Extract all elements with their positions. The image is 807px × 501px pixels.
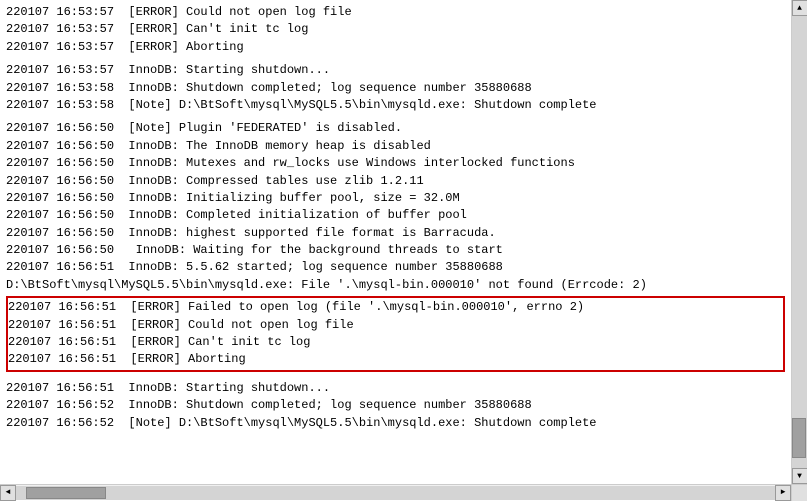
log-line-18: 220107 16:56:52 InnoDB: Shutdown complet… bbox=[6, 397, 785, 414]
scroll-thumb-v[interactable] bbox=[792, 418, 806, 458]
terminal-container: 220107 16:53:57 [ERROR] Could not open l… bbox=[0, 0, 807, 484]
scroll-track-h[interactable] bbox=[16, 486, 775, 500]
log-line-7: 220107 16:56:50 [Note] Plugin 'FEDERATED… bbox=[6, 120, 785, 137]
scrollbar-corner bbox=[791, 485, 807, 501]
log-line-19: 220107 16:56:52 [Note] D:\BtSoft\mysql\M… bbox=[6, 415, 785, 432]
vertical-scrollbar[interactable]: ▲ ▼ bbox=[791, 0, 807, 484]
error-line-3: 220107 16:56:51 [ERROR] Can't init tc lo… bbox=[8, 334, 783, 351]
log-line-14: 220107 16:56:50 InnoDB: Waiting for the … bbox=[6, 242, 785, 259]
scroll-left-button[interactable]: ◄ bbox=[0, 485, 16, 501]
log-line-5: 220107 16:53:58 InnoDB: Shutdown complet… bbox=[6, 80, 785, 97]
log-content: 220107 16:53:57 [ERROR] Could not open l… bbox=[0, 0, 791, 484]
log-line-15: 220107 16:56:51 InnoDB: 5.5.62 started; … bbox=[6, 259, 785, 276]
log-line-16: D:\BtSoft\mysql\MySQL5.5\bin\mysqld.exe:… bbox=[6, 277, 785, 294]
log-line-3: 220107 16:53:57 [ERROR] Aborting bbox=[6, 39, 785, 56]
scroll-right-button[interactable]: ► bbox=[775, 485, 791, 501]
error-line-2: 220107 16:56:51 [ERROR] Could not open l… bbox=[8, 317, 783, 334]
log-line-9: 220107 16:56:50 InnoDB: Mutexes and rw_l… bbox=[6, 155, 785, 172]
error-line-4: 220107 16:56:51 [ERROR] Aborting bbox=[8, 351, 783, 368]
log-line-12: 220107 16:56:50 InnoDB: Completed initia… bbox=[6, 207, 785, 224]
log-line-10: 220107 16:56:50 InnoDB: Compressed table… bbox=[6, 173, 785, 190]
log-line-1: 220107 16:53:57 [ERROR] Could not open l… bbox=[6, 4, 785, 21]
log-line-11: 220107 16:56:50 InnoDB: Initializing buf… bbox=[6, 190, 785, 207]
error-line-1: 220107 16:56:51 [ERROR] Failed to open l… bbox=[8, 299, 783, 316]
log-line-17: 220107 16:56:51 InnoDB: Starting shutdow… bbox=[6, 380, 785, 397]
log-line-2: 220107 16:53:57 [ERROR] Can't init tc lo… bbox=[6, 21, 785, 38]
log-line-8: 220107 16:56:50 InnoDB: The InnoDB memor… bbox=[6, 138, 785, 155]
error-highlight-box: 220107 16:56:51 [ERROR] Failed to open l… bbox=[6, 296, 785, 372]
scroll-track-v[interactable] bbox=[792, 16, 807, 468]
log-line-13: 220107 16:56:50 InnoDB: highest supporte… bbox=[6, 225, 785, 242]
bottom-scrollbar-bar: ◄ ► bbox=[0, 484, 807, 500]
scroll-thumb-h[interactable] bbox=[26, 487, 106, 499]
scroll-up-button[interactable]: ▲ bbox=[792, 0, 807, 16]
log-line-4: 220107 16:53:57 InnoDB: Starting shutdow… bbox=[6, 62, 785, 79]
log-line-6: 220107 16:53:58 [Note] D:\BtSoft\mysql\M… bbox=[6, 97, 785, 114]
scroll-down-button[interactable]: ▼ bbox=[792, 468, 807, 484]
